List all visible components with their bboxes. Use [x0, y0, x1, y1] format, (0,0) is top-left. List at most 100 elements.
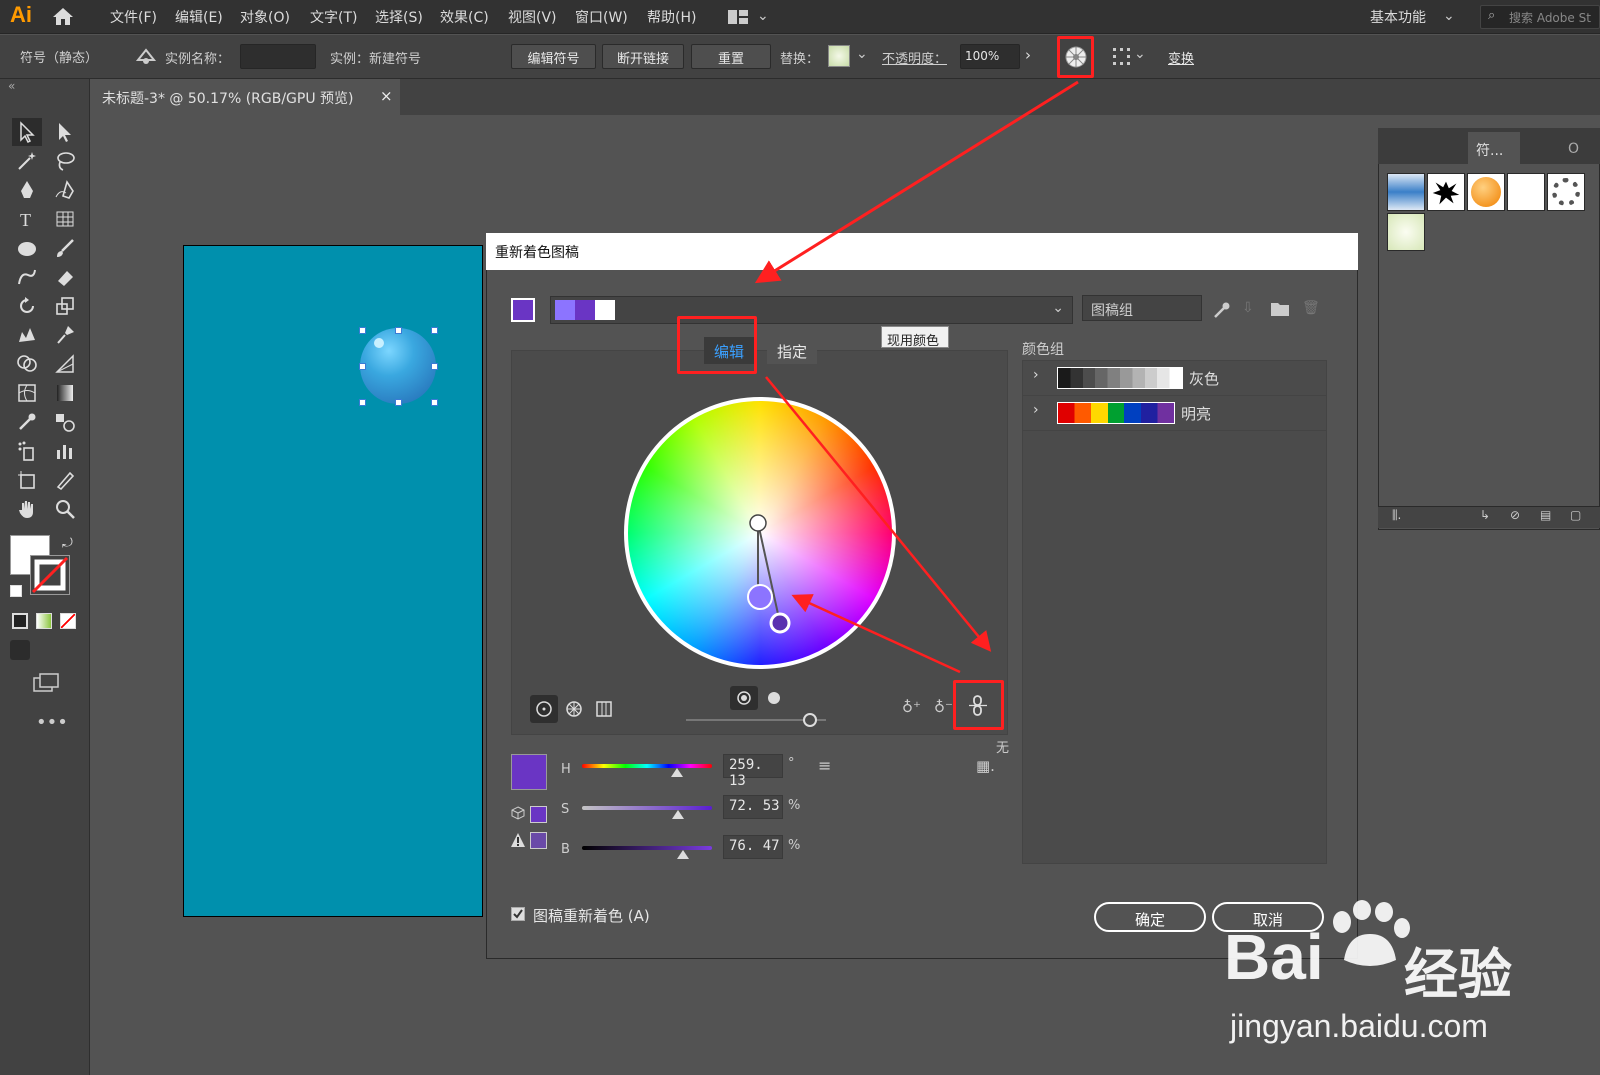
curvature-tool-icon[interactable]	[50, 176, 80, 204]
show-brightness-icon[interactable]	[760, 686, 788, 710]
default-colors-icon[interactable]	[10, 585, 22, 597]
tab-assign[interactable]: 指定	[767, 337, 817, 364]
selection-handle[interactable]	[395, 327, 402, 334]
gradient-mode-icon[interactable]	[36, 613, 52, 629]
replace-symbol-swatch[interactable]	[828, 45, 850, 67]
symbol-new-bubble[interactable]	[1387, 213, 1425, 251]
magic-wand-tool-icon[interactable]	[12, 147, 42, 175]
color-table-icon[interactable]: ▦.	[976, 757, 995, 775]
slice-tool-icon[interactable]	[50, 466, 80, 494]
color-mode-icon[interactable]	[12, 613, 28, 629]
color-group-row[interactable]: › 明亮	[1023, 396, 1326, 431]
stroke-swatch[interactable]	[30, 555, 70, 595]
chevron-down-icon[interactable]: ⌄	[1052, 300, 1064, 316]
menu-effect[interactable]: 效果(C)	[440, 7, 489, 27]
workspace-switcher[interactable]: 基本功能	[1370, 7, 1426, 27]
symbol-ring[interactable]	[1547, 173, 1585, 211]
symbol-blue-banner[interactable]	[1387, 173, 1425, 211]
search-input[interactable]: 搜索 Adobe St	[1480, 5, 1600, 29]
menu-file[interactable]: 文件(F)	[110, 7, 157, 27]
column-graph-tool-icon[interactable]	[50, 437, 80, 465]
menu-edit[interactable]: 编辑(E)	[175, 7, 223, 27]
swap-fill-stroke-icon[interactable]: ⤾	[62, 536, 73, 551]
break-link-icon[interactable]: ⊘	[1510, 508, 1520, 522]
current-color-swatch[interactable]	[511, 298, 535, 322]
symbol-libraries-icon[interactable]: ⫼.	[1392, 508, 1401, 523]
chevron-right-icon[interactable]: ›	[1033, 402, 1039, 418]
tab-symbols[interactable]: 符...	[1468, 132, 1520, 164]
selection-handle[interactable]	[431, 327, 438, 334]
saturation-slider-track[interactable]	[582, 806, 712, 810]
perspective-grid-tool-icon[interactable]	[50, 350, 80, 378]
artboard-tool-icon[interactable]	[12, 466, 42, 494]
edit-symbol-button[interactable]: 编辑符号	[511, 44, 596, 69]
hand-tool-icon[interactable]	[12, 495, 42, 523]
none-mode-icon[interactable]	[60, 613, 76, 629]
break-link-button[interactable]: 断开链接	[602, 44, 684, 69]
symbol-sketch[interactable]	[1507, 173, 1545, 211]
out-of-gamut-cube-icon[interactable]	[511, 806, 525, 820]
selection-handle[interactable]	[359, 399, 366, 406]
eyedropper-icon[interactable]	[1212, 300, 1232, 320]
collapse-icon[interactable]: «	[8, 79, 15, 93]
shaper-tool-icon[interactable]	[12, 263, 42, 291]
warning-icon[interactable]	[510, 832, 526, 848]
active-color-preview[interactable]	[511, 754, 547, 790]
menu-text[interactable]: 文字(T)	[310, 7, 357, 27]
add-color-tool-icon[interactable]: ♁⁺	[902, 698, 921, 716]
new-symbol-icon[interactable]: ▢	[1570, 508, 1581, 522]
opacity-input[interactable]: 100%	[960, 44, 1020, 69]
menu-help[interactable]: 帮助(H)	[647, 7, 696, 27]
document-tab[interactable]: 未标题-3* @ 50.17% (RGB/GPU 预览)	[90, 79, 400, 115]
rotate-tool-icon[interactable]	[12, 292, 42, 320]
align-grid-icon[interactable]	[1112, 47, 1132, 67]
delete-icon[interactable]: 🗑	[1302, 300, 1320, 316]
saturation-slider-thumb[interactable]	[672, 810, 684, 819]
instance-name-input[interactable]	[240, 44, 316, 69]
selection-handle[interactable]	[359, 363, 366, 370]
chevron-right-icon[interactable]: ›	[1025, 46, 1031, 64]
type-tool-icon[interactable]: T	[12, 205, 42, 233]
ok-button[interactable]: 确定	[1094, 902, 1206, 932]
chevron-down-icon[interactable]: ⌄	[1443, 8, 1455, 24]
artboard[interactable]	[183, 245, 483, 917]
symbol-sprayer-tool-icon[interactable]	[12, 437, 42, 465]
folder-icon[interactable]	[1270, 301, 1290, 317]
saturation-input[interactable]: 72. 53	[723, 795, 783, 819]
color-bars-icon[interactable]	[590, 695, 618, 723]
menu-view[interactable]: 视图(V)	[508, 7, 557, 27]
base-color-marker[interactable]	[769, 612, 791, 634]
hue-slider-track[interactable]	[582, 764, 712, 768]
recolor-artwork-icon[interactable]	[1064, 45, 1088, 69]
reset-button[interactable]: 重置	[691, 44, 771, 69]
eyedropper-tool-icon[interactable]	[12, 408, 42, 436]
save-group-icon[interactable]: ⇩	[1242, 300, 1254, 316]
segmented-wheel-icon[interactable]	[560, 695, 588, 723]
recolor-artwork-checkbox[interactable]	[511, 907, 525, 921]
opacity-label[interactable]: 不透明度：	[882, 48, 947, 67]
gamut-color-swatch[interactable]	[530, 832, 547, 849]
tab-edit[interactable]: 编辑	[704, 337, 754, 364]
light-violet-color-marker[interactable]	[747, 584, 773, 610]
selection-handle[interactable]	[359, 327, 366, 334]
gradient-tool-icon[interactable]	[50, 379, 80, 407]
symbol-splatter[interactable]	[1427, 173, 1465, 211]
selection-handle[interactable]	[431, 399, 438, 406]
recolor-artwork-label[interactable]: 图稿重新着色 (A)	[533, 905, 650, 926]
puppet-warp-tool-icon[interactable]	[50, 321, 80, 349]
zoom-tool-icon[interactable]	[50, 495, 80, 523]
warp-tool-icon[interactable]	[12, 321, 42, 349]
blend-tool-icon[interactable]	[50, 408, 80, 436]
mesh-tool-icon[interactable]	[12, 379, 42, 407]
smooth-wheel-icon[interactable]	[530, 695, 558, 723]
screen-mode-icon[interactable]	[32, 672, 60, 694]
selection-handle[interactable]	[395, 399, 402, 406]
scale-tool-icon[interactable]	[50, 292, 80, 320]
eraser-tool-icon[interactable]	[50, 263, 80, 291]
menu-icon[interactable]: ≡	[818, 756, 831, 775]
paintbrush-tool-icon[interactable]	[50, 234, 80, 262]
color-group-name-field[interactable]: 图稿组	[1082, 295, 1202, 321]
place-symbol-icon[interactable]: ↳	[1480, 508, 1490, 522]
symbol-orange-ball[interactable]	[1467, 173, 1505, 211]
hue-slider-thumb[interactable]	[671, 768, 683, 777]
